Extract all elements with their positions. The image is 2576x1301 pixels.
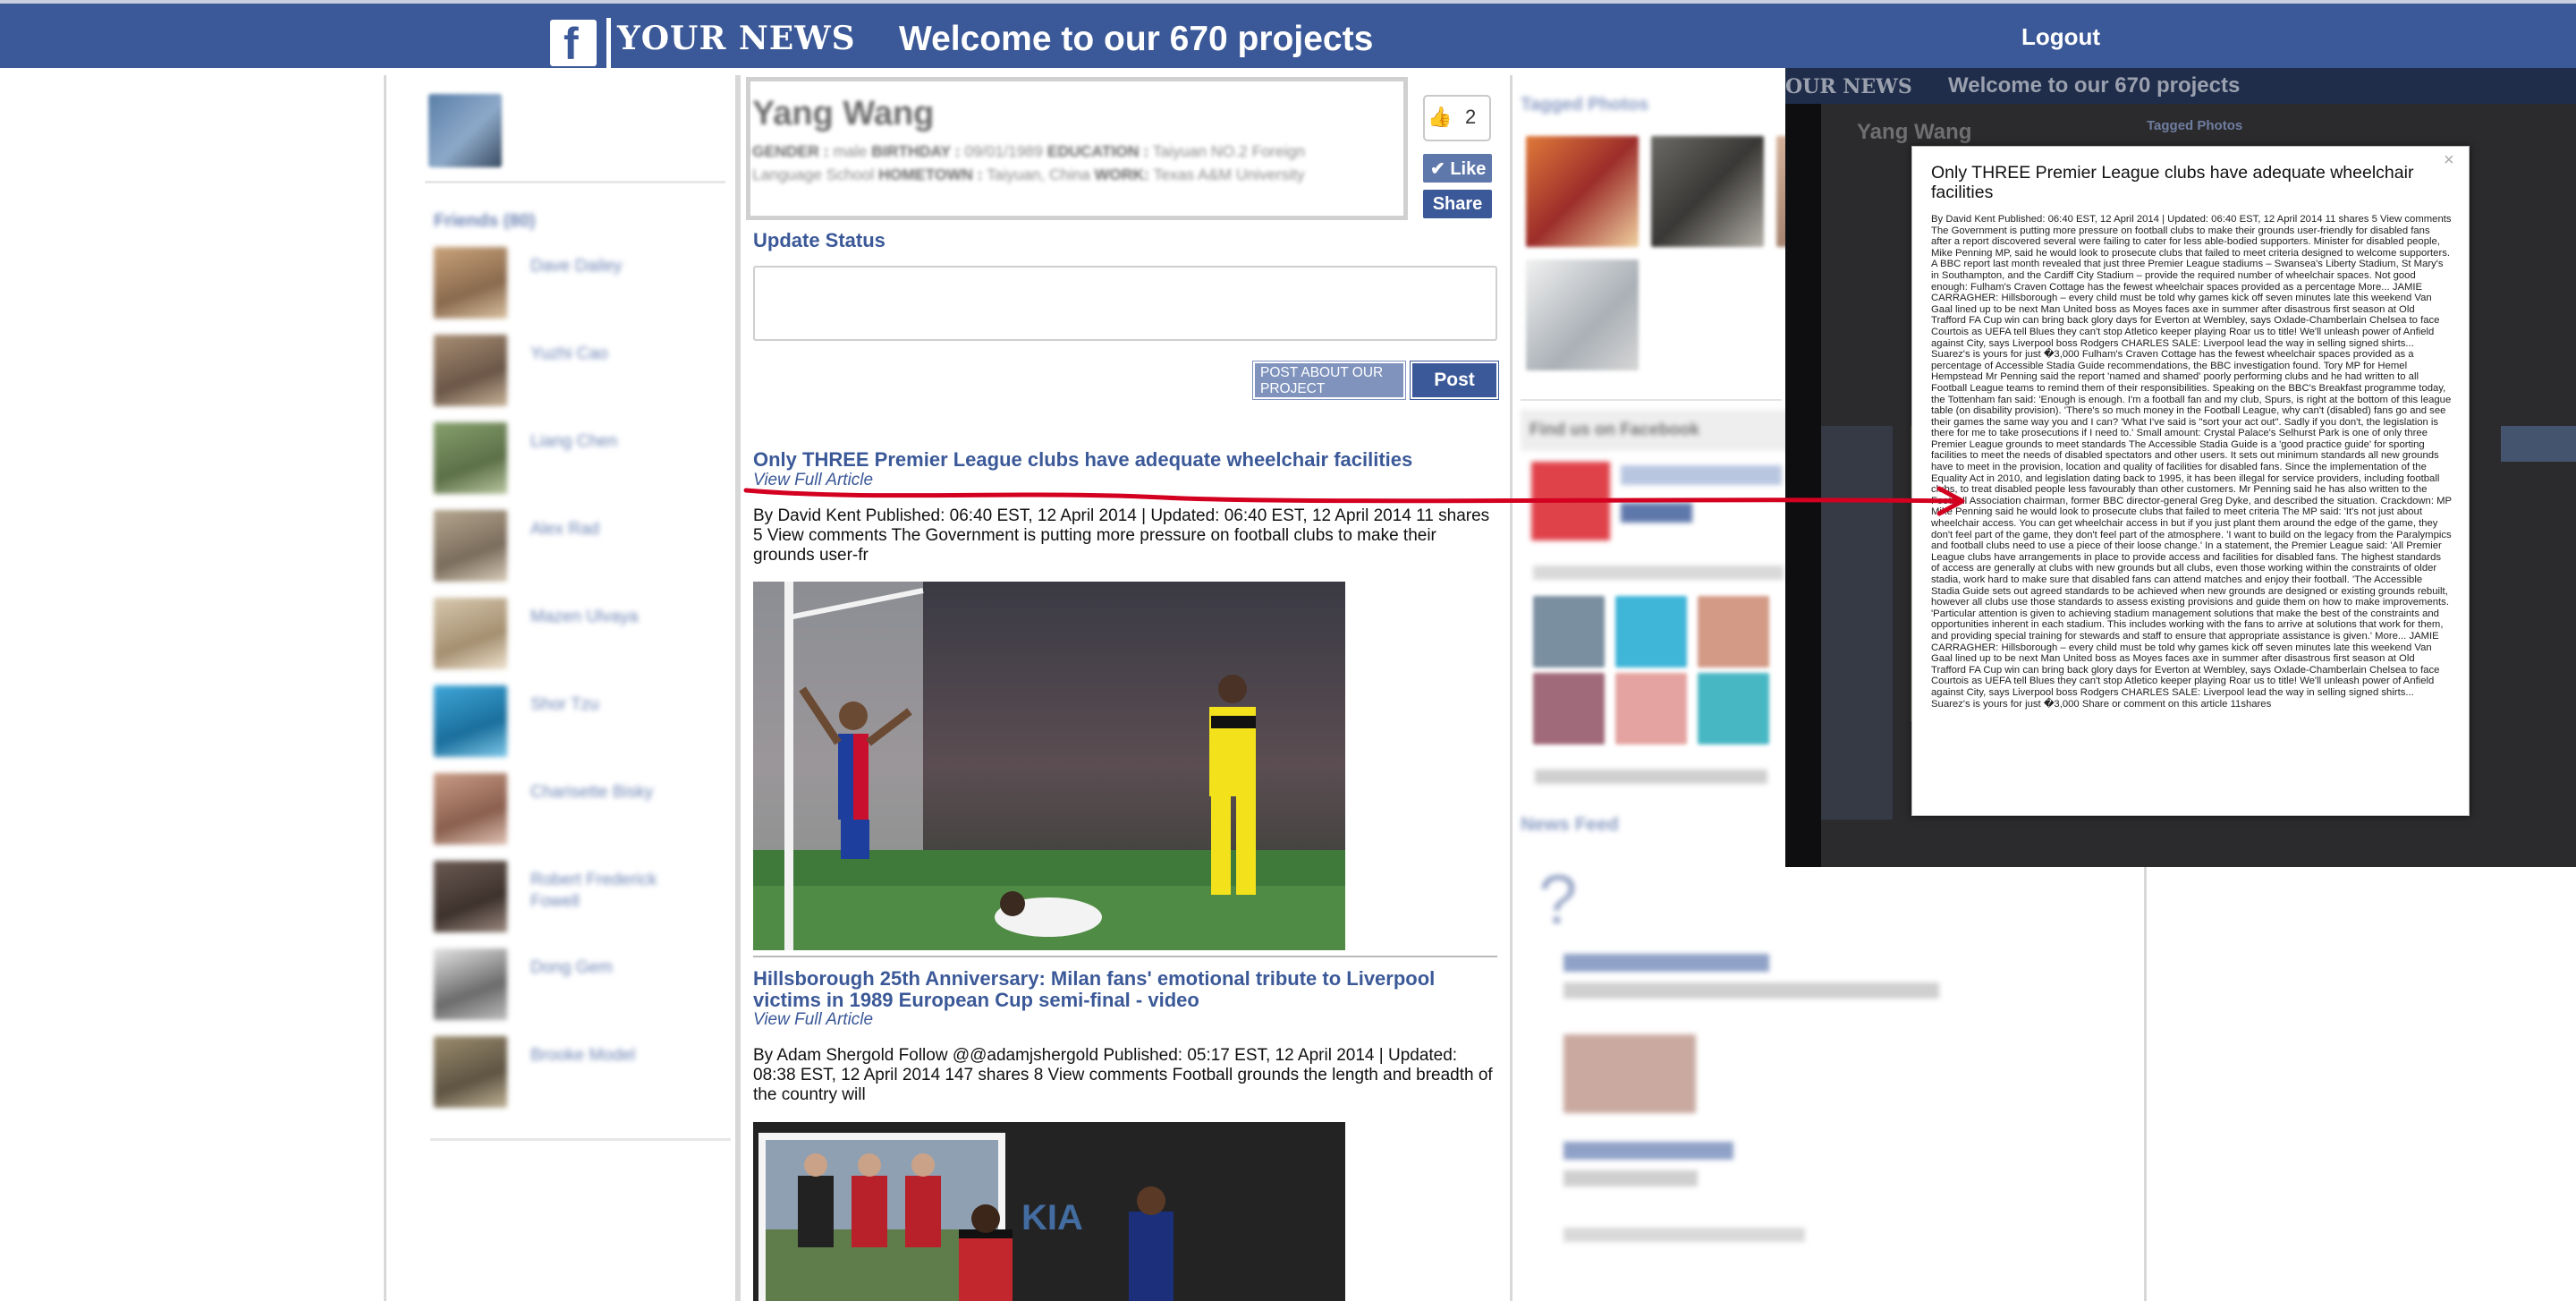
welcome-heading: Welcome to our 670 projects [899, 20, 1374, 58]
post-about-project-button[interactable]: POST ABOUT OUR PROJECT [1252, 361, 1406, 400]
friend-name: Yuzhi Cao [530, 344, 608, 363]
friend-item[interactable]: Shor Tzu [434, 685, 720, 761]
article-snippet: By Adam Shergold Follow @@adamjshergold … [753, 1046, 1493, 1104]
modal-article-body: By David Kent Published: 06:40 EST, 12 A… [1931, 214, 2452, 710]
fan-photo[interactable] [1533, 596, 1605, 668]
post-button[interactable]: Post [1410, 361, 1499, 400]
overlay-brand: OUR NEWS [1785, 75, 1912, 98]
article-snippet: By David Kent Published: 06:40 EST, 12 A… [753, 506, 1490, 565]
friend-item[interactable]: Dong Gem [434, 948, 720, 1024]
brand-title[interactable]: YOUR NEWS [617, 20, 856, 57]
tagged-photo[interactable] [1651, 136, 1764, 247]
article-image[interactable]: KIA [753, 1122, 1345, 1301]
brand-divider [606, 18, 611, 68]
page-like-button[interactable] [1621, 503, 1692, 523]
friend-name: Dong Gem [530, 958, 613, 977]
friend-avatar [434, 948, 507, 1020]
page-name[interactable] [1621, 465, 1782, 485]
tagged-photo[interactable] [1526, 259, 1639, 370]
friend-avatar [434, 510, 507, 582]
news-feed-title: News Feed [1521, 814, 1619, 835]
friend-avatar [434, 685, 507, 757]
friend-item[interactable]: Alex Rad [434, 510, 720, 585]
friend-avatar [434, 1036, 507, 1108]
fan-photo[interactable] [1698, 596, 1769, 668]
overlay-profile-name: Yang Wang [1857, 120, 1972, 144]
article-title[interactable]: Only THREE Premier League clubs have ade… [753, 449, 1487, 471]
fan-photo[interactable] [1615, 596, 1687, 668]
overlay-feed-photo [2501, 426, 2576, 462]
feed-item-title[interactable] [1563, 1142, 1733, 1160]
modal-title: Only THREE Premier League clubs have ade… [1931, 163, 2414, 202]
check-icon: ✔ [1430, 158, 1445, 179]
overlay-article-area [1821, 426, 1893, 820]
friend-item[interactable]: Brooke Model [434, 1036, 720, 1111]
social-plugin-text [1535, 770, 1767, 784]
find-us-on-facebook-label: Find us on Facebook [1530, 421, 1700, 439]
like-button[interactable]: ✔ Like [1423, 154, 1492, 183]
facebook-logo-icon[interactable]: f [550, 20, 597, 66]
divider [425, 181, 725, 183]
profile-name: Yang Wang [752, 95, 935, 132]
divider [430, 1138, 731, 1141]
friend-item[interactable]: Dave Dailey [434, 247, 720, 322]
feed-item-text [1563, 1170, 1698, 1186]
friend-avatar [434, 335, 507, 406]
divider [1521, 399, 1782, 401]
friend-name: Alex Rad [530, 520, 600, 539]
status-input[interactable] [753, 266, 1497, 341]
view-full-article-link[interactable]: View Full Article [753, 471, 873, 490]
friend-item[interactable]: Mazen Ulvaya [434, 598, 720, 673]
article-image[interactable] [753, 582, 1345, 950]
fan-photo[interactable] [1698, 673, 1769, 744]
friend-name: Liang Chen [530, 432, 618, 451]
friend-name: Brooke Model [530, 1046, 636, 1065]
like-count: 2 [1465, 106, 1477, 128]
friend-name: Charisette Bisky [530, 783, 654, 802]
page-logo[interactable] [1531, 462, 1610, 540]
share-button[interactable]: Share [1423, 190, 1492, 218]
view-full-article-link[interactable]: View Full Article [753, 1010, 873, 1030]
fan-photo[interactable] [1533, 673, 1605, 744]
overlay-welcome: Welcome to our 670 projects [1948, 73, 2241, 98]
thumbs-up-icon: 👍 [1428, 106, 1453, 128]
svg-text:KIA: KIA [1021, 1198, 1083, 1237]
article-title[interactable]: Hillsborough 25th Anniversary: Milan fan… [753, 968, 1487, 1011]
friend-item[interactable]: Charisette Bisky [434, 773, 720, 848]
tagged-photos-title: Tagged Photos [1521, 95, 1648, 115]
feed-item-image[interactable] [1563, 1034, 1696, 1113]
feed-item-title[interactable] [1563, 954, 1769, 972]
tagged-photo[interactable] [1526, 136, 1639, 247]
friend-name: Robert Frederick Fowell [530, 871, 657, 911]
like-label: Like [1450, 158, 1487, 179]
friend-name: Dave Dailey [530, 257, 623, 276]
unknown-avatar-icon: ? [1538, 860, 1578, 939]
profile-info: GENDER : male BIRTHDAY : 09/01/1989 EDUC… [752, 142, 1305, 183]
friend-item[interactable]: Robert Frederick Fowell [434, 861, 720, 936]
friend-name: Shor Tzu [530, 695, 599, 714]
feed-item-text [1563, 982, 1939, 999]
friends-title[interactable]: Friends (80) [434, 211, 535, 232]
friend-avatar [434, 861, 507, 932]
page-fans-text [1533, 565, 1784, 580]
friend-avatar [434, 422, 507, 494]
update-status-label: Update Status [753, 229, 886, 251]
logout-link[interactable]: Logout [2021, 23, 2100, 51]
friend-avatar [434, 598, 507, 669]
profile-avatar[interactable] [428, 94, 502, 167]
friend-avatar [434, 247, 507, 319]
overlay-tagged-title: Tagged Photos [2147, 118, 2243, 133]
feed-item-meta [1563, 1228, 1805, 1242]
friend-avatar [434, 773, 507, 845]
friend-name: Mazen Ulvaya [530, 608, 639, 626]
friend-item[interactable]: Liang Chen [434, 422, 720, 497]
article-divider [753, 956, 1497, 957]
center-column-border [738, 75, 741, 1301]
friend-item[interactable]: Yuzhi Cao [434, 335, 720, 410]
fan-photo[interactable] [1615, 673, 1687, 744]
